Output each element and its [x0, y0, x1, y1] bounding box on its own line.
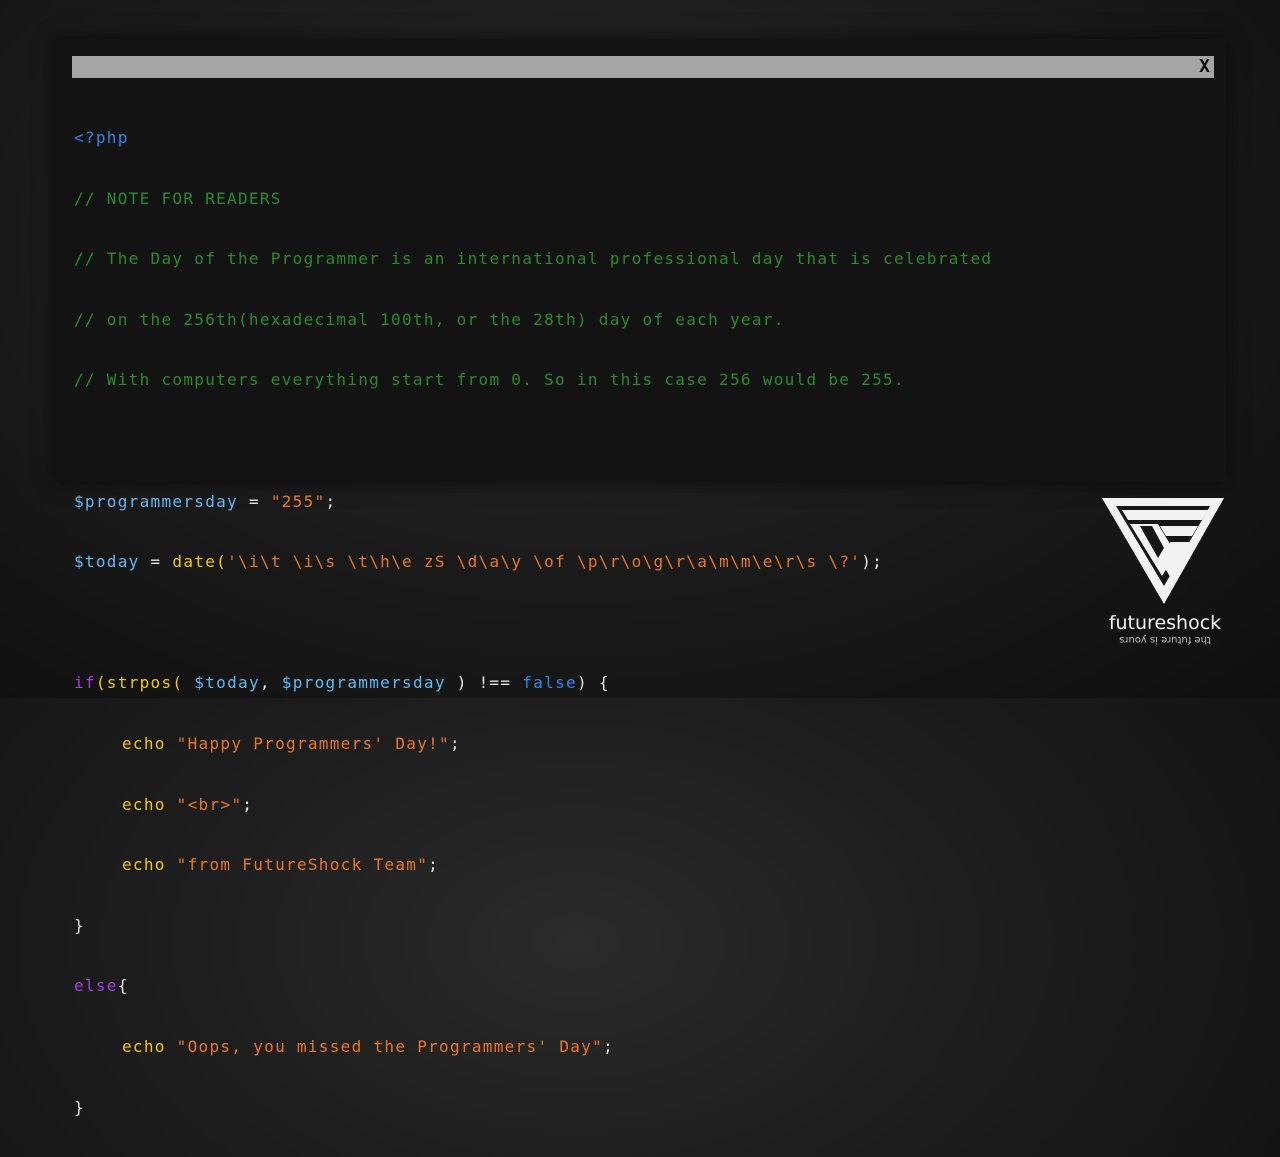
window-titlebar[interactable]: X: [72, 56, 1214, 78]
semicolon-token: ;: [603, 1036, 614, 1056]
code-line: // The Day of the Programmer is an inter…: [74, 248, 992, 271]
string-token: "<br>": [176, 794, 243, 814]
code-line: <?php: [74, 127, 992, 150]
close-button[interactable]: X: [1199, 56, 1210, 78]
variable-token: $programmersday: [74, 491, 238, 511]
punctuation-token: {: [117, 976, 129, 996]
punctuation-token: }: [74, 1097, 85, 1117]
variable-token: $programmersday: [281, 673, 446, 693]
function-token: date(: [172, 552, 228, 572]
code-line: else{: [74, 975, 992, 998]
code-line: }: [74, 915, 992, 938]
comment-line: // NOTE FOR READERS: [74, 188, 282, 208]
code-line: $programmersday = "255";: [74, 491, 992, 514]
brand-name: futureshock: [1108, 612, 1222, 634]
code-line: echo "from FutureShock Team";: [74, 854, 992, 877]
code-line: // on the 256th(hexadecimal 100th, or th…: [74, 309, 992, 332]
code-line: }: [74, 1097, 992, 1120]
variable-token: $today: [74, 552, 140, 572]
function-token: echo: [122, 733, 177, 753]
code-line: echo "<br>";: [74, 794, 992, 817]
punctuation-token: ,: [259, 673, 282, 693]
operator-token: ) !==: [445, 673, 523, 693]
code-line: echo "Oops, you missed the Programmers' …: [74, 1036, 992, 1059]
function-token: echo: [122, 855, 177, 875]
code-line: // With computers everything start from …: [74, 369, 992, 392]
keyword-token: else: [74, 976, 118, 996]
code-line: echo "Happy Programmers' Day!";: [74, 733, 992, 756]
code-line: $today = date('\i\t \i\s \t\h\e zS \d\a\…: [74, 551, 992, 574]
code-block: <?php // NOTE FOR READERS // The Day of …: [74, 89, 992, 1157]
php-open-tag: <?php: [74, 128, 129, 147]
variable-token: $today: [194, 673, 260, 693]
function-token: (strpos(: [95, 673, 195, 693]
string-token: '\i\t \i\s \t\h\e zS \d\a\y \of \p\r\o\g…: [227, 552, 862, 572]
semicolon-token: ;: [242, 794, 254, 814]
string-token: "Oops, you missed the Programmers' Day": [176, 1036, 604, 1056]
function-token: echo: [122, 794, 177, 814]
semicolon-token: ;: [325, 491, 337, 511]
brand-tagline: the future is yours: [1119, 634, 1211, 645]
keyword-token: false: [522, 673, 577, 693]
punctuation-token: }: [74, 915, 85, 935]
string-token: "from FutureShock Team": [176, 855, 429, 875]
comment-line: // on the 256th(hexadecimal 100th, or th…: [74, 309, 785, 329]
code-line: if(strpos( $today, $programmersday ) !==…: [74, 672, 992, 695]
semicolon-token: ;: [450, 733, 461, 753]
semicolon-token: ;: [428, 855, 440, 875]
comment-line: // With computers everything start from …: [74, 370, 905, 390]
string-token: "255": [270, 491, 326, 511]
punctuation-token: ) {: [576, 673, 610, 693]
code-line: // NOTE FOR READERS: [74, 188, 992, 211]
operator-token: =: [139, 552, 173, 572]
function-token: echo: [122, 1036, 177, 1056]
string-token: "Happy Programmers' Day!": [176, 733, 450, 753]
code-window: X <?php // NOTE FOR READERS // The Day o…: [56, 39, 1226, 1117]
punctuation-token: );: [861, 552, 884, 572]
comment-line: // The Day of the Programmer is an inter…: [74, 249, 993, 269]
keyword-token: if: [74, 673, 96, 693]
operator-token: =: [238, 491, 271, 511]
